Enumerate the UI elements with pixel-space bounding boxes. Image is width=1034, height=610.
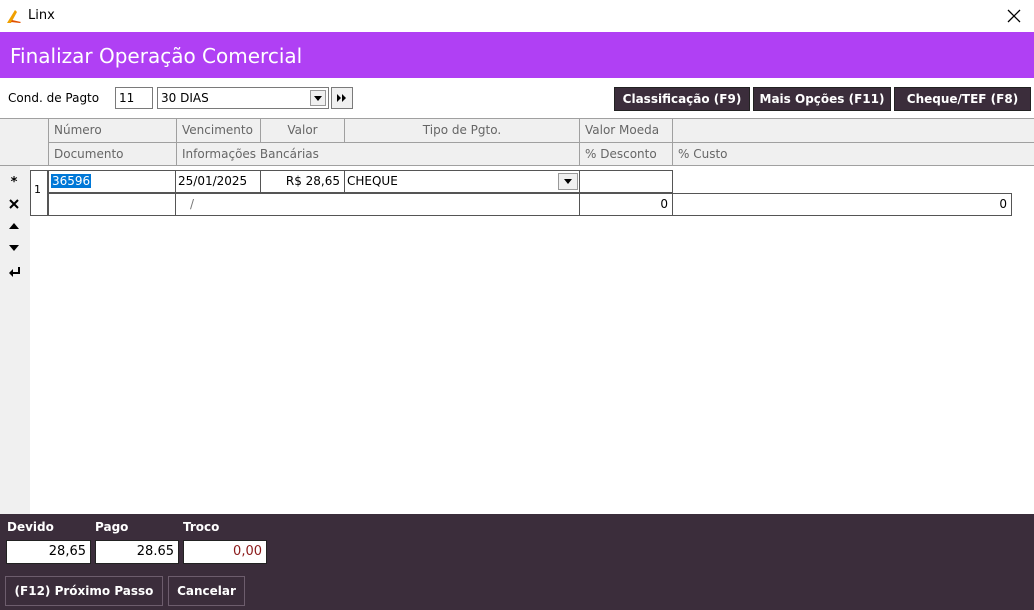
cond-pagto-code-input[interactable]: 11 [115,87,153,109]
cell-custo[interactable]: 0 [672,193,1012,216]
enter-icon[interactable] [6,264,22,280]
chevron-down-icon[interactable] [558,173,578,190]
cond-pagto-label: Cond. de Pagto [8,91,100,105]
cheque-tef-button[interactable]: Cheque/TEF (F8) [894,87,1031,111]
col-header-documento: Documento [48,143,176,166]
pago-input[interactable]: 28.65 [95,540,179,564]
cell-tipo-pgto-value: CHEQUE [347,174,398,188]
payments-grid: Número Vencimento Valor Tipo de Pgto. Va… [0,118,1034,514]
page-title: Finalizar Operação Comercial [10,44,303,68]
col-header-valor: Valor [260,119,344,142]
cell-numero[interactable]: 36596 [48,170,176,193]
cell-valor[interactable]: R$ 28,65 [260,170,345,193]
move-up-icon[interactable] [6,218,22,234]
cell-desconto[interactable]: 0 [579,193,673,216]
cancel-button[interactable]: Cancelar [168,576,245,606]
app-title: Linx [28,8,55,23]
col-header-tipo-pgto: Tipo de Pgto. [344,119,579,142]
linx-logo-icon [6,8,22,24]
proximo-passo-button[interactable]: (F12) Próximo Passo [5,576,163,606]
cell-numero-value: 36596 [51,174,92,188]
cell-valor-moeda[interactable] [579,170,673,193]
col-header-desconto: % Desconto [579,143,672,166]
fast-forward-icon [337,91,347,105]
close-icon[interactable] [1002,4,1026,28]
window-titlebar: Linx [0,0,1034,32]
chevron-down-icon[interactable] [310,90,326,106]
devido-label: Devido [7,520,54,534]
totals-footer: Devido Pago Troco 28,65 28.65 0,00 (F12)… [0,514,1034,610]
troco-value: 0,00 [183,540,267,564]
col-header-vencimento: Vencimento [176,119,260,142]
row-index: 1 [30,170,48,216]
cell-tipo-pgto[interactable]: CHEQUE [344,170,580,193]
troco-label: Troco [183,520,220,534]
col-header-numero: Número [48,119,176,142]
pago-label: Pago [95,520,129,534]
col-header-valor-moeda: Valor Moeda [579,119,672,142]
classificacao-button[interactable]: Classificação (F9) [614,87,750,111]
asterisk-icon[interactable]: * [6,174,22,190]
devido-value: 28,65 [6,540,91,564]
col-header-custo: % Custo [672,143,1034,166]
col-header-info-bancarias: Informações Bancárias [176,143,579,166]
page-header: Finalizar Operação Comercial [0,32,1034,78]
cell-documento[interactable] [48,193,176,216]
mais-opcoes-button[interactable]: Mais Opções (F11) [753,87,891,111]
fast-forward-button[interactable] [331,87,353,109]
col-header-empty [672,119,1034,142]
grid-header: Número Vencimento Valor Tipo de Pgto. Va… [0,118,1034,166]
move-down-icon[interactable] [6,240,22,256]
delete-icon[interactable] [6,196,22,212]
toolbar: Cond. de Pagto 11 30 DIAS Classificação … [0,78,1034,118]
cond-pagto-select-value: 30 DIAS [161,91,209,105]
cond-pagto-select[interactable]: 30 DIAS [157,87,329,109]
cell-vencimento[interactable]: 25/01/2025 [175,170,261,193]
cell-info-bancarias[interactable]: / [175,193,580,216]
